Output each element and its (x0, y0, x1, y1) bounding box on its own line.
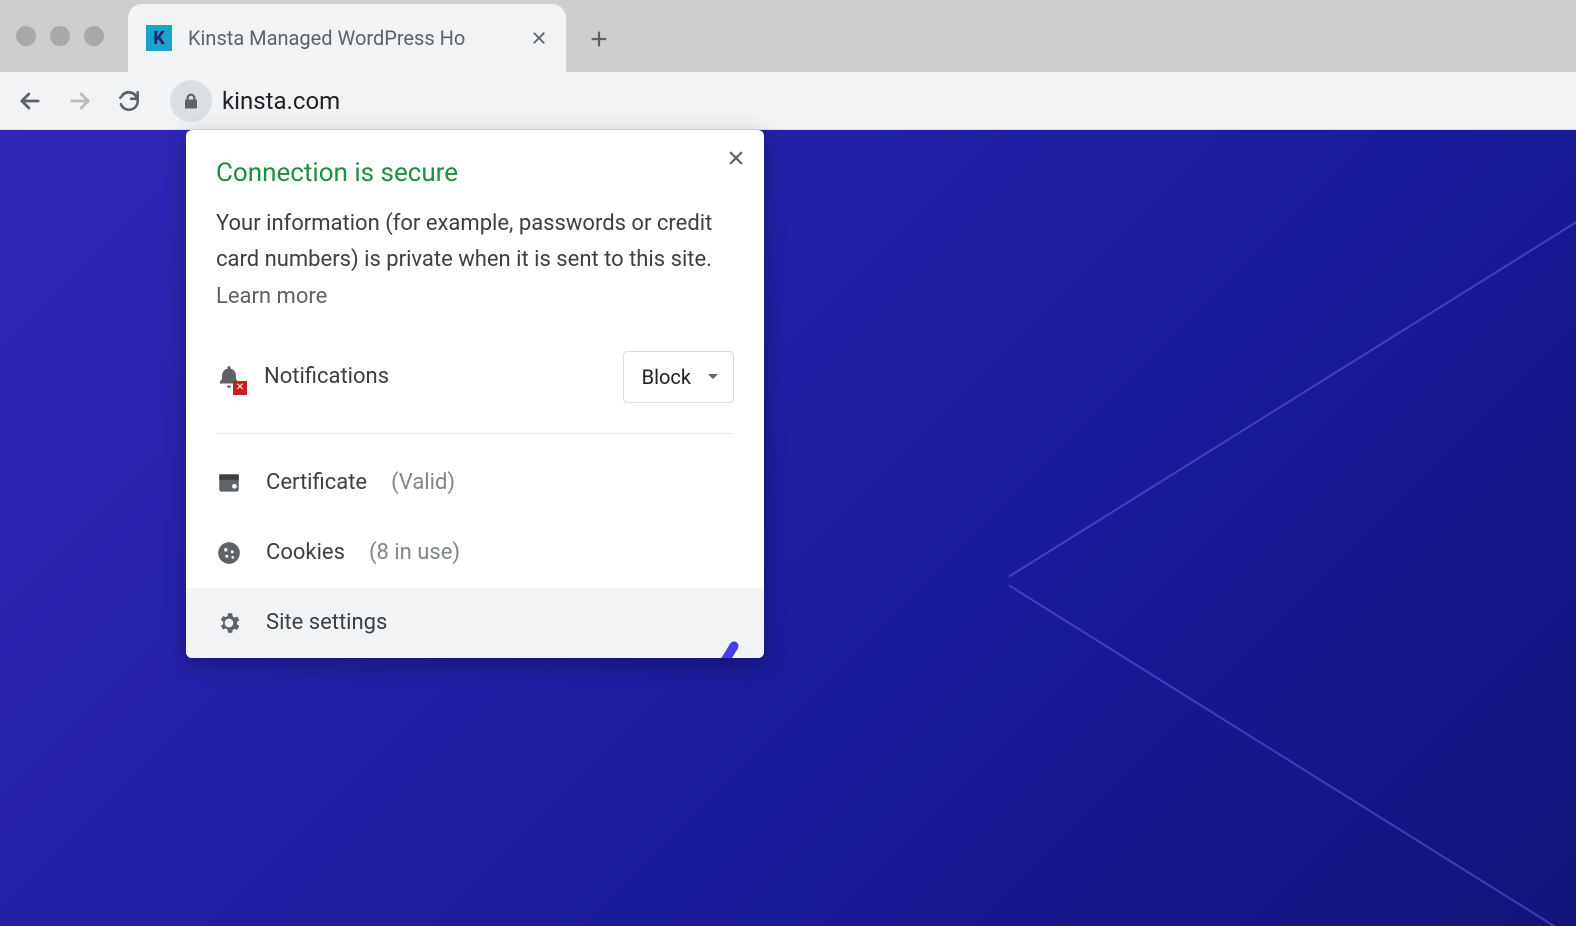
notifications-permission-row: ✕ Notifications Block (216, 351, 734, 434)
tab-strip: K Kinsta Managed WordPress Ho (0, 0, 1576, 72)
description-text: Your information (for example, passwords… (216, 211, 712, 272)
back-button[interactable] (16, 87, 44, 115)
decorative-line (1009, 205, 1576, 578)
browser-toolbar: kinsta.com (0, 72, 1576, 130)
window-close-button[interactable] (16, 26, 36, 46)
notifications-value: Block (642, 365, 691, 389)
url-text: kinsta.com (222, 87, 340, 115)
lock-icon (182, 92, 200, 110)
popover-list: Certificate (Valid) Cookies (8 in use) S… (186, 434, 764, 658)
learn-more-link[interactable]: Learn more (216, 284, 327, 309)
cookies-label: Cookies (266, 540, 345, 565)
certificate-status: (Valid) (391, 470, 455, 495)
tab-title: Kinsta Managed WordPress Ho (188, 26, 514, 50)
close-icon (530, 29, 548, 47)
favicon-letter: K (153, 28, 164, 49)
plus-icon (588, 28, 610, 50)
gear-icon (216, 610, 242, 636)
arrow-right-icon (66, 87, 94, 115)
notifications-label: Notifications (264, 364, 389, 389)
site-settings-row[interactable]: Site settings (186, 588, 764, 658)
page-content: Connection is secure Your information (f… (0, 130, 1576, 926)
window-minimize-button[interactable] (50, 26, 70, 46)
window-zoom-button[interactable] (84, 26, 104, 46)
close-icon (726, 148, 746, 168)
notifications-select[interactable]: Block (623, 351, 734, 403)
arrow-left-icon (16, 87, 44, 115)
decorative-line (1009, 585, 1576, 926)
browser-tab[interactable]: K Kinsta Managed WordPress Ho (128, 4, 566, 72)
certificate-icon (216, 470, 242, 496)
reload-icon (116, 88, 142, 114)
address-bar[interactable]: kinsta.com (164, 79, 1560, 123)
blocked-badge-icon: ✕ (233, 381, 247, 395)
certificate-row[interactable]: Certificate (Valid) (186, 448, 764, 518)
site-info-button[interactable] (170, 80, 212, 122)
site-settings-label: Site settings (266, 610, 387, 635)
new-tab-button[interactable] (576, 16, 622, 62)
site-info-popover: Connection is secure Your information (f… (186, 130, 764, 658)
cookies-status: (8 in use) (369, 540, 460, 565)
bell-blocked-icon: ✕ (216, 364, 242, 390)
connection-secure-title: Connection is secure (216, 158, 734, 188)
certificate-label: Certificate (266, 470, 367, 495)
cookies-row[interactable]: Cookies (8 in use) (186, 518, 764, 588)
window-controls (16, 26, 104, 46)
forward-button[interactable] (66, 87, 94, 115)
reload-button[interactable] (116, 88, 142, 114)
caret-down-icon (707, 373, 719, 381)
connection-secure-description: Your information (for example, passwords… (216, 206, 734, 315)
cookie-icon (216, 540, 242, 566)
popover-close-button[interactable] (726, 148, 746, 168)
tab-favicon: K (146, 25, 172, 51)
tab-close-button[interactable] (530, 29, 548, 47)
